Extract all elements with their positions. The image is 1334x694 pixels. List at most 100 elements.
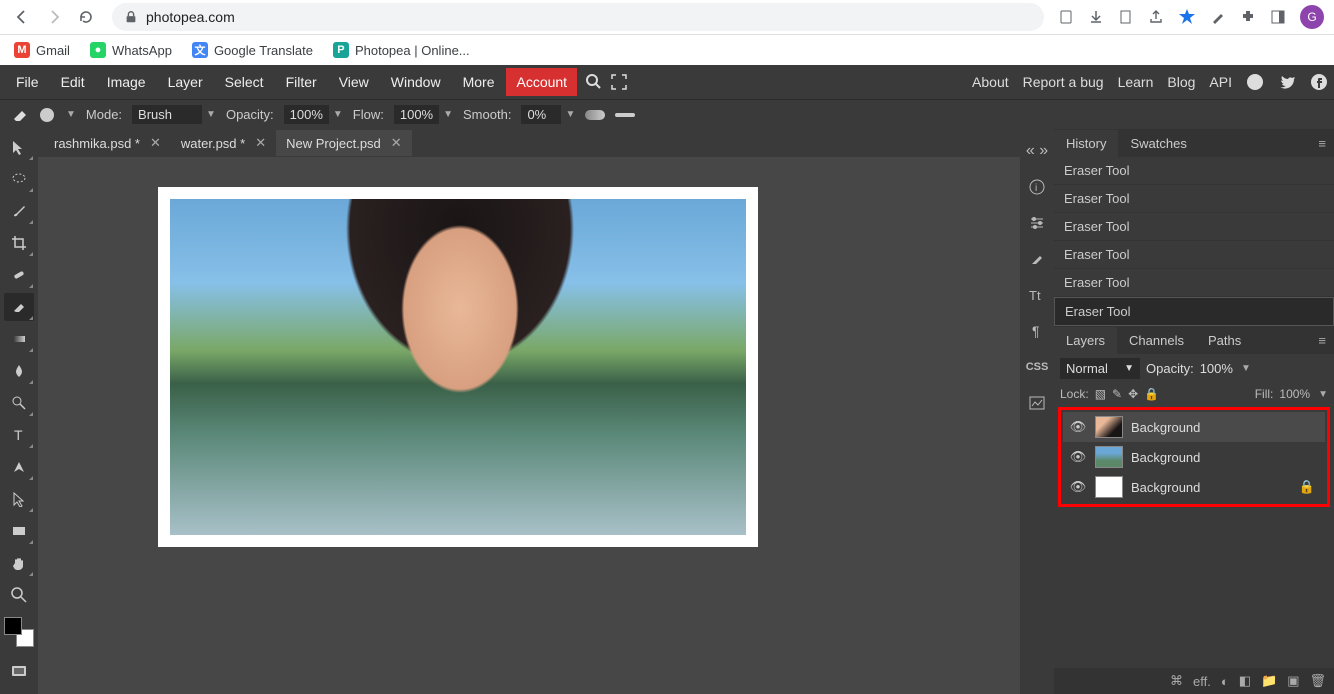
rectangle-tool[interactable] — [4, 517, 34, 545]
bookmark-translate[interactable]: 文Google Translate — [192, 42, 313, 58]
twitter-icon[interactable] — [1278, 73, 1296, 91]
flow-input[interactable]: 100% — [394, 105, 439, 124]
visibility-icon[interactable]: 👁 — [1069, 479, 1087, 495]
layer-row[interactable]: 👁 Background — [1063, 412, 1325, 442]
brush-dropdown[interactable]: ▼ — [66, 109, 76, 120]
fullscreen-icon[interactable] — [611, 74, 627, 90]
close-icon[interactable]: ✕ — [150, 135, 161, 151]
menu-view[interactable]: View — [329, 68, 379, 96]
brush-tool[interactable] — [4, 197, 34, 225]
history-item[interactable]: Eraser Tool — [1054, 213, 1334, 241]
layer-name[interactable]: Background — [1131, 420, 1200, 435]
lasso-tool[interactable] — [4, 165, 34, 193]
layer-thumbnail[interactable] — [1095, 446, 1123, 468]
opacity-input[interactable]: 100% — [284, 105, 329, 124]
back-button[interactable] — [10, 5, 34, 29]
layer-effects-icon[interactable]: eff. — [1193, 674, 1211, 689]
blend-mode-select[interactable]: Normal▼ — [1060, 358, 1140, 379]
pressure-toggle[interactable] — [615, 113, 635, 117]
pen-tool[interactable] — [4, 453, 34, 481]
doc-tab-1[interactable]: water.psd *✕ — [171, 130, 276, 156]
history-item[interactable]: Eraser Tool — [1054, 241, 1334, 269]
link-learn[interactable]: Learn — [1118, 74, 1154, 90]
history-item[interactable]: Eraser Tool — [1054, 269, 1334, 297]
doc-tab-2[interactable]: New Project.psd✕ — [276, 130, 412, 156]
new-folder-icon[interactable]: 📁 — [1261, 673, 1277, 689]
share-icon[interactable] — [1148, 9, 1164, 25]
menu-select[interactable]: Select — [215, 68, 274, 96]
dodge-tool[interactable] — [4, 389, 34, 417]
tab-channels[interactable]: Channels — [1117, 327, 1196, 354]
document-icon[interactable] — [1118, 9, 1134, 25]
close-icon[interactable]: ✕ — [255, 135, 266, 151]
link-report-bug[interactable]: Report a bug — [1023, 74, 1104, 90]
tab-swatches[interactable]: Swatches — [1118, 130, 1198, 157]
menu-window[interactable]: Window — [381, 68, 451, 96]
new-layer-icon[interactable]: ▣ — [1287, 673, 1299, 689]
character-panel-icon[interactable]: Tt — [1022, 277, 1052, 313]
tab-paths[interactable]: Paths — [1196, 327, 1253, 354]
lock-transparency-icon[interactable]: ▧ — [1095, 387, 1106, 401]
clipboard-icon[interactable] — [1058, 9, 1074, 25]
smooth-input[interactable]: 0% — [521, 105, 561, 124]
layer-opacity-value[interactable]: 100% — [1200, 361, 1233, 376]
path-select-tool[interactable] — [4, 485, 34, 513]
mode-select[interactable]: Brush — [132, 105, 202, 124]
facebook-icon[interactable] — [1310, 73, 1328, 91]
paragraph-panel-icon[interactable]: ¶ — [1022, 313, 1052, 349]
bookmark-star-icon[interactable] — [1178, 8, 1196, 26]
crop-tool[interactable] — [4, 229, 34, 257]
close-icon[interactable]: ✕ — [391, 135, 402, 151]
healing-tool[interactable] — [4, 261, 34, 289]
adjustments-panel-icon[interactable] — [1022, 205, 1052, 241]
zoom-tool[interactable] — [4, 581, 34, 609]
download-icon[interactable] — [1088, 9, 1104, 25]
reload-button[interactable] — [74, 5, 98, 29]
layer-name[interactable]: Background — [1131, 480, 1200, 495]
address-bar[interactable]: photopea.com — [112, 3, 1044, 31]
menu-account[interactable]: Account — [506, 68, 577, 96]
reddit-icon[interactable] — [1246, 73, 1264, 91]
bookmark-gmail[interactable]: MGmail — [14, 42, 70, 58]
layer-name[interactable]: Background — [1131, 450, 1200, 465]
layer-thumbnail[interactable] — [1095, 476, 1123, 498]
link-api[interactable]: API — [1209, 74, 1232, 90]
lock-position-icon[interactable]: ✥ — [1128, 387, 1138, 401]
lock-all-icon[interactable]: 🔒 — [1144, 387, 1159, 401]
doc-tab-0[interactable]: rashmika.psd *✕ — [44, 130, 171, 156]
layer-row[interactable]: 👁 Background — [1063, 442, 1325, 472]
layer-row[interactable]: 👁 Background 🔒 — [1063, 472, 1325, 502]
history-item[interactable]: Eraser Tool — [1054, 297, 1334, 326]
visibility-icon[interactable]: 👁 — [1069, 419, 1087, 435]
gradient-tool[interactable] — [4, 325, 34, 353]
link-about[interactable]: About — [972, 74, 1009, 90]
move-tool[interactable] — [4, 133, 34, 161]
text-tool[interactable]: T — [4, 421, 34, 449]
panel-menu-icon[interactable]: ≡ — [1310, 333, 1334, 348]
eyedropper-ext-icon[interactable] — [1210, 9, 1226, 25]
history-item[interactable]: Eraser Tool — [1054, 157, 1334, 185]
eraser-tool-icon[interactable] — [10, 105, 30, 125]
menu-edit[interactable]: Edit — [51, 68, 95, 96]
menu-file[interactable]: File — [6, 68, 49, 96]
sidebar-icon[interactable] — [1270, 9, 1286, 25]
tab-layers[interactable]: Layers — [1054, 327, 1117, 354]
menu-filter[interactable]: Filter — [276, 68, 327, 96]
bookmark-whatsapp[interactable]: ●WhatsApp — [90, 42, 172, 58]
menu-layer[interactable]: Layer — [158, 68, 213, 96]
airbrush-toggle[interactable] — [585, 110, 605, 120]
history-item[interactable]: Eraser Tool — [1054, 185, 1334, 213]
profile-avatar[interactable]: G — [1300, 5, 1324, 29]
lock-pixels-icon[interactable]: ✎ — [1112, 387, 1122, 401]
layer-thumbnail[interactable] — [1095, 416, 1123, 438]
collapse-icon[interactable]: « » — [1022, 133, 1052, 169]
visibility-icon[interactable]: 👁 — [1069, 449, 1087, 465]
delete-layer-icon[interactable]: 🗑 — [1309, 673, 1326, 689]
menu-image[interactable]: Image — [97, 68, 156, 96]
brush-preview[interactable] — [40, 108, 54, 122]
forward-button[interactable] — [42, 5, 66, 29]
link-layers-icon[interactable]: ⌘ — [1170, 673, 1183, 689]
adjustment-layer-icon[interactable]: ◧ — [1239, 673, 1251, 689]
search-icon[interactable] — [585, 73, 603, 91]
navigator-panel-icon[interactable] — [1022, 385, 1052, 421]
